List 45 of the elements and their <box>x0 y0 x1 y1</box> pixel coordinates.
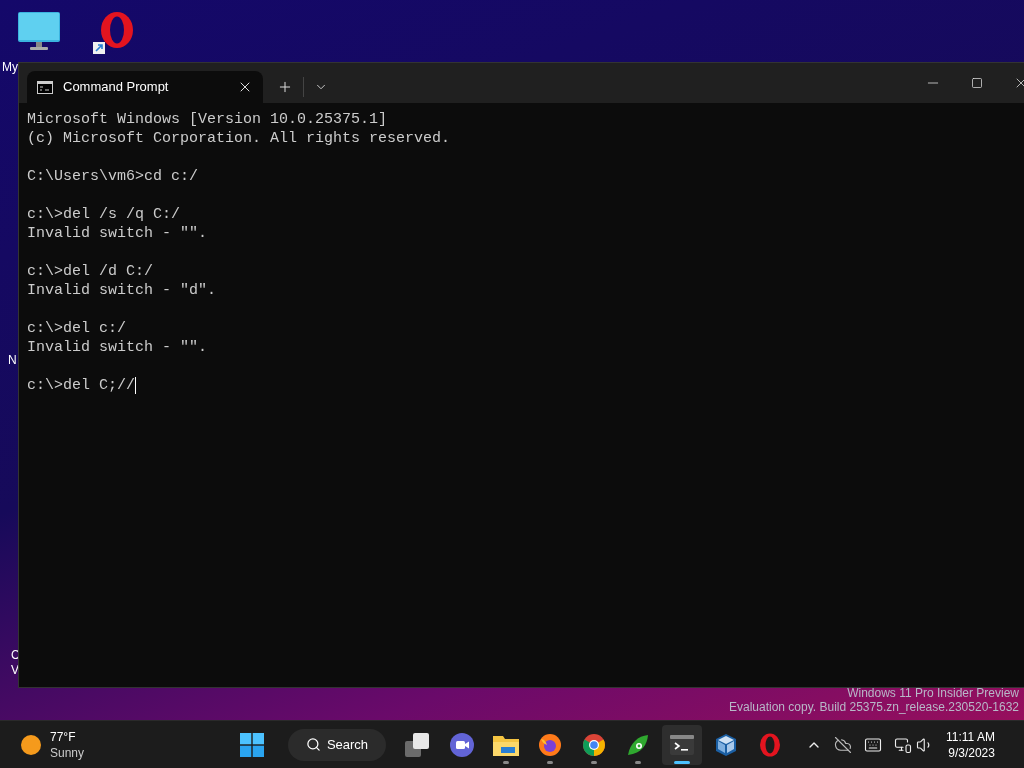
leaf-gear-icon <box>626 732 650 757</box>
terminal-line: Microsoft Windows [Version 10.0.25375.1] <box>27 110 388 129</box>
windows-logo-icon[interactable] <box>240 732 264 757</box>
weather-condition: Sunny <box>50 744 85 761</box>
cube-icon <box>714 732 738 757</box>
video-camera-icon <box>450 732 474 757</box>
temperature: 77°F <box>50 728 77 745</box>
terminal-line: Invalid switch - "". <box>27 224 208 243</box>
clock-time[interactable]: 11:11 AM <box>946 728 995 745</box>
tab[interactable]: Command Prompt <box>27 71 263 103</box>
cloud-off-icon[interactable] <box>834 735 852 754</box>
search-button[interactable]: Search <box>288 728 386 761</box>
terminal-line: Invalid switch - "". <box>27 338 208 357</box>
running-indicator <box>635 760 641 764</box>
terminal-line: c:\>del c:/ <box>27 319 127 338</box>
terminal-line: c:\>del C;// <box>27 376 136 395</box>
network-icon[interactable] <box>894 735 912 754</box>
desktop-icon-label: N <box>8 352 17 369</box>
watermark-text: Evaluation copy. Build 25375.zn_release.230520-1632 <box>729 700 1019 714</box>
watermark-text: Windows 11 Pro Insider Preview <box>847 686 1019 700</box>
o-logo-icon <box>759 732 781 757</box>
desktop-icon-label: My <box>2 59 18 76</box>
terminal-icon <box>670 734 694 755</box>
maximize-icon[interactable] <box>971 77 983 89</box>
monitor-icon[interactable] <box>18 12 60 50</box>
running-indicator <box>547 760 553 764</box>
browser-icon <box>582 732 606 757</box>
new-tab-icon[interactable] <box>277 79 293 95</box>
clock-date[interactable]: 9/3/2023 <box>948 744 995 761</box>
running-indicator <box>591 760 597 764</box>
tab-title: Command Prompt <box>63 78 170 97</box>
taskbar-app[interactable] <box>662 724 702 765</box>
terminal-line: c:\>del /d C:/ <box>27 262 154 281</box>
search-icon <box>305 737 321 752</box>
terminal-line: c:\>del /s /q C:/ <box>27 205 181 224</box>
folder-icon <box>493 733 519 756</box>
terminal-line: Invalid switch - "d". <box>27 281 217 300</box>
desktop-icon-label: V <box>11 662 19 679</box>
keyboard-icon[interactable] <box>864 735 882 754</box>
running-indicator <box>674 760 690 764</box>
terminal-line: (c) Microsoft Corporation. All rights reserved. <box>27 129 451 148</box>
sun-icon[interactable] <box>20 733 42 756</box>
command-prompt-icon <box>37 80 53 94</box>
running-indicator <box>503 760 509 764</box>
terminal-line: C:\Users\vm6>cd c:/ <box>27 167 199 186</box>
